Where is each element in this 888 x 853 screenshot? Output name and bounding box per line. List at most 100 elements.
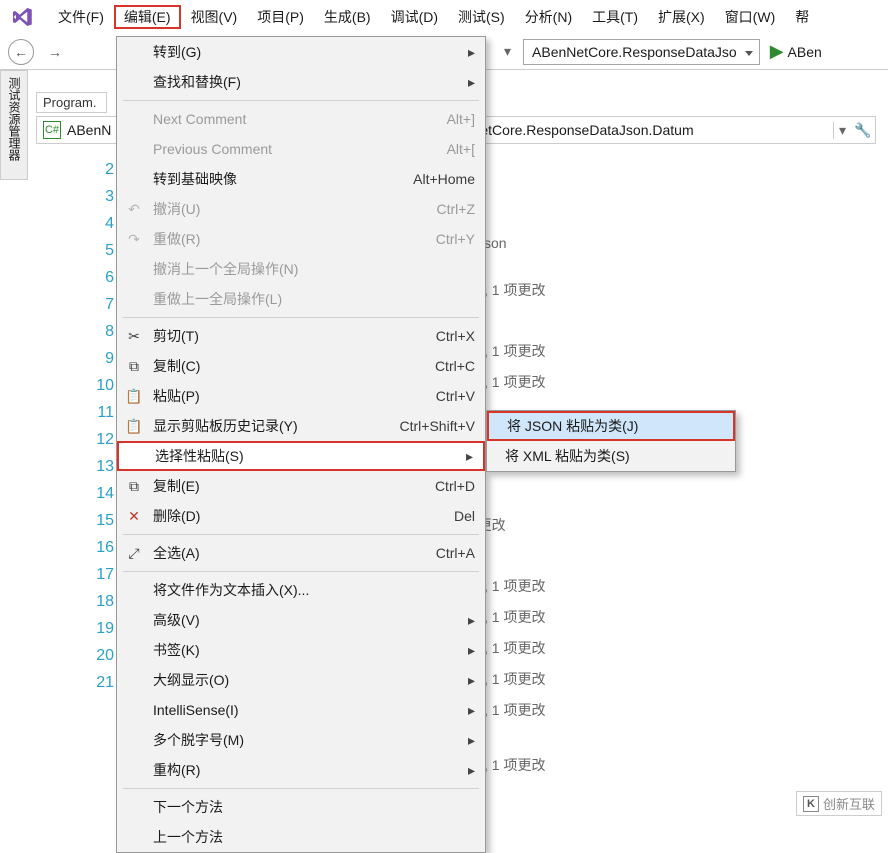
menuitem-书签[interactable]: 书签(K) bbox=[117, 635, 485, 665]
menuitem-intellisense[interactable]: IntelliSense(I) bbox=[117, 695, 485, 725]
change-tag: , 1 项更改 bbox=[484, 671, 545, 687]
menuitem-查找和替换[interactable]: 查找和替换(F) bbox=[117, 67, 485, 97]
change-tag: , 1 项更改 bbox=[484, 702, 545, 718]
menuitem-label: 重做(R) bbox=[153, 229, 436, 249]
change-tag: , 1 项更改 bbox=[484, 374, 545, 390]
menuitem-粘贴[interactable]: 📋粘贴(P)Ctrl+V bbox=[117, 381, 485, 411]
line-number: 9 bbox=[84, 345, 114, 372]
menu-帮[interactable]: 帮 bbox=[785, 5, 819, 29]
change-tag: , 1 项更改 bbox=[484, 757, 545, 773]
menuitem-shortcut: Ctrl+Y bbox=[436, 231, 475, 247]
menu-视图[interactable]: 视图(V) bbox=[181, 5, 248, 29]
menuitem-删除[interactable]: ✕删除(D)Del bbox=[117, 501, 485, 531]
menubar: 文件(F)编辑(E)视图(V)项目(P)生成(B)调试(D)测试(S)分析(N)… bbox=[0, 0, 888, 34]
menu-扩展[interactable]: 扩展(X) bbox=[648, 5, 715, 29]
csharp-icon: C# bbox=[43, 121, 61, 139]
menuitem-全选[interactable]: ⤢全选(A)Ctrl+A bbox=[117, 538, 485, 568]
menuitem-重构[interactable]: 重构(R) bbox=[117, 755, 485, 785]
menuitem-label: 书签(K) bbox=[153, 640, 462, 660]
menuitem-label: 下一个方法 bbox=[153, 797, 475, 817]
menu-测试[interactable]: 测试(S) bbox=[448, 5, 515, 29]
menuitem-复制[interactable]: ⧉复制(C)Ctrl+C bbox=[117, 351, 485, 381]
menuitem-多个脱字号[interactable]: 多个脱字号(M) bbox=[117, 725, 485, 755]
change-tag: , 1 项更改 bbox=[484, 343, 545, 359]
menuitem-label: Previous Comment bbox=[153, 141, 447, 157]
menuitem-复制[interactable]: ⧉复制(E)Ctrl+D bbox=[117, 471, 485, 501]
line-number: 3 bbox=[84, 183, 114, 210]
menuitem-大纲显示[interactable]: 大纲显示(O) bbox=[117, 665, 485, 695]
menuitem-下一个方法[interactable]: 下一个方法 bbox=[117, 792, 485, 822]
line-number: 13 bbox=[84, 453, 114, 480]
menuitem-选择性粘贴[interactable]: 选择性粘贴(S) bbox=[117, 441, 485, 471]
menuitem-上一个方法[interactable]: 上一个方法 bbox=[117, 822, 485, 852]
menuitem-shortcut: Del bbox=[454, 508, 475, 524]
menuitem-label: 全选(A) bbox=[153, 543, 436, 563]
vs-logo-icon bbox=[8, 3, 36, 31]
run-label: ABen bbox=[788, 44, 822, 60]
menuitem-将文件作为文本插入[interactable]: 将文件作为文本插入(X)... bbox=[117, 575, 485, 605]
menuitem-previous-comment: Previous CommentAlt+[ bbox=[117, 134, 485, 164]
menuitem-shortcut: Alt+[ bbox=[447, 141, 475, 157]
menuitem-转到基础映像[interactable]: 转到基础映像Alt+Home bbox=[117, 164, 485, 194]
menuitem-撤消上一个全局操作: 撤消上一个全局操作(N) bbox=[117, 254, 485, 284]
breadcrumb-member[interactable]: BenNetCore.ResponseDataJson.Datum bbox=[441, 122, 833, 138]
menuitem-label: Next Comment bbox=[153, 111, 447, 127]
menuitem-label: 重做上一全局操作(L) bbox=[153, 289, 475, 309]
menuitem-撤消: ↶撤消(U)Ctrl+Z bbox=[117, 194, 485, 224]
line-number: 11 bbox=[84, 399, 114, 426]
submenu-arrow-icon bbox=[460, 448, 473, 465]
menu-调试[interactable]: 调试(D) bbox=[381, 5, 448, 29]
剪切-icon: ✂ bbox=[123, 328, 145, 345]
line-number: 14 bbox=[84, 480, 114, 507]
line-gutter: 23456789101112131415161718192021 bbox=[84, 156, 114, 696]
menuitem-label: 查找和替换(F) bbox=[153, 72, 462, 92]
nav-back-button[interactable]: ← bbox=[8, 39, 34, 65]
line-number: 17 bbox=[84, 561, 114, 588]
menu-分析[interactable]: 分析(N) bbox=[515, 5, 582, 29]
menu-编辑[interactable]: 编辑(E) bbox=[114, 5, 181, 29]
nav-forward-button[interactable]: → bbox=[42, 39, 68, 65]
menuitem-重做: ↷重做(R)Ctrl+Y bbox=[117, 224, 485, 254]
menuitem-shortcut: Ctrl+Z bbox=[437, 201, 476, 217]
submenu-label: 将 XML 粘贴为类(S) bbox=[505, 446, 725, 466]
config-combo[interactable]: ABenNetCore.ResponseDataJso bbox=[523, 39, 760, 65]
menuitem-shortcut: Ctrl+X bbox=[436, 328, 475, 344]
submenu-arrow-icon bbox=[462, 702, 475, 719]
menuitem-label: 删除(D) bbox=[153, 506, 454, 526]
change-tag: , 1 项更改 bbox=[484, 640, 545, 656]
submenu-arrow-icon bbox=[462, 762, 475, 779]
tabstrip: Program. bbox=[36, 92, 109, 113]
line-number: 7 bbox=[84, 291, 114, 318]
menuitem-高级[interactable]: 高级(V) bbox=[117, 605, 485, 635]
line-number: 4 bbox=[84, 210, 114, 237]
menu-窗口[interactable]: 窗口(W) bbox=[715, 5, 786, 29]
menuitem-label: 高级(V) bbox=[153, 610, 462, 630]
menuitem-label: 撤消(U) bbox=[153, 199, 437, 219]
wrench-icon[interactable]: 🔧 bbox=[851, 118, 875, 142]
menuitem-剪切[interactable]: ✂ 剪切(T)Ctrl+X bbox=[117, 321, 485, 351]
breadcrumb-left[interactable]: ABenN bbox=[67, 122, 111, 138]
rail-test-explorer[interactable]: 测试资源管理器 bbox=[6, 77, 23, 173]
submenu-item-将-XML-粘贴为类(S)[interactable]: 将 XML 粘贴为类(S) bbox=[487, 441, 735, 471]
menuitem-shortcut: Alt+] bbox=[447, 111, 475, 127]
menu-生成[interactable]: 生成(B) bbox=[314, 5, 381, 29]
menuitem-转到[interactable]: 转到(G) bbox=[117, 37, 485, 67]
menu-文件[interactable]: 文件(F) bbox=[48, 5, 114, 29]
submenu-item-将-JSON-粘贴为类(J)[interactable]: 将 JSON 粘贴为类(J) bbox=[487, 411, 735, 441]
submenu-arrow-icon bbox=[462, 642, 475, 659]
menu-项目[interactable]: 项目(P) bbox=[247, 5, 314, 29]
line-number: 18 bbox=[84, 588, 114, 615]
menuitem-显示剪贴板历史记录[interactable]: 📋显示剪贴板历史记录(Y)Ctrl+Shift+V bbox=[117, 411, 485, 441]
menuitem-shortcut: Ctrl+C bbox=[435, 358, 475, 374]
menuitem-label: 复制(C) bbox=[153, 356, 435, 376]
toolbar-sep-icon: ▾ bbox=[504, 43, 511, 60]
breadcrumb-dropdown-icon[interactable]: ▾ bbox=[833, 122, 851, 139]
line-number: 21 bbox=[84, 669, 114, 696]
watermark: K创新互联 bbox=[796, 791, 882, 816]
menu-工具[interactable]: 工具(T) bbox=[582, 5, 648, 29]
run-icon[interactable]: ▶ bbox=[770, 41, 784, 62]
tab-program[interactable]: Program. bbox=[36, 92, 107, 113]
menuitem-label: 撤消上一个全局操作(N) bbox=[153, 259, 475, 279]
menuitem-label: 剪切(T) bbox=[153, 326, 436, 346]
line-number: 16 bbox=[84, 534, 114, 561]
